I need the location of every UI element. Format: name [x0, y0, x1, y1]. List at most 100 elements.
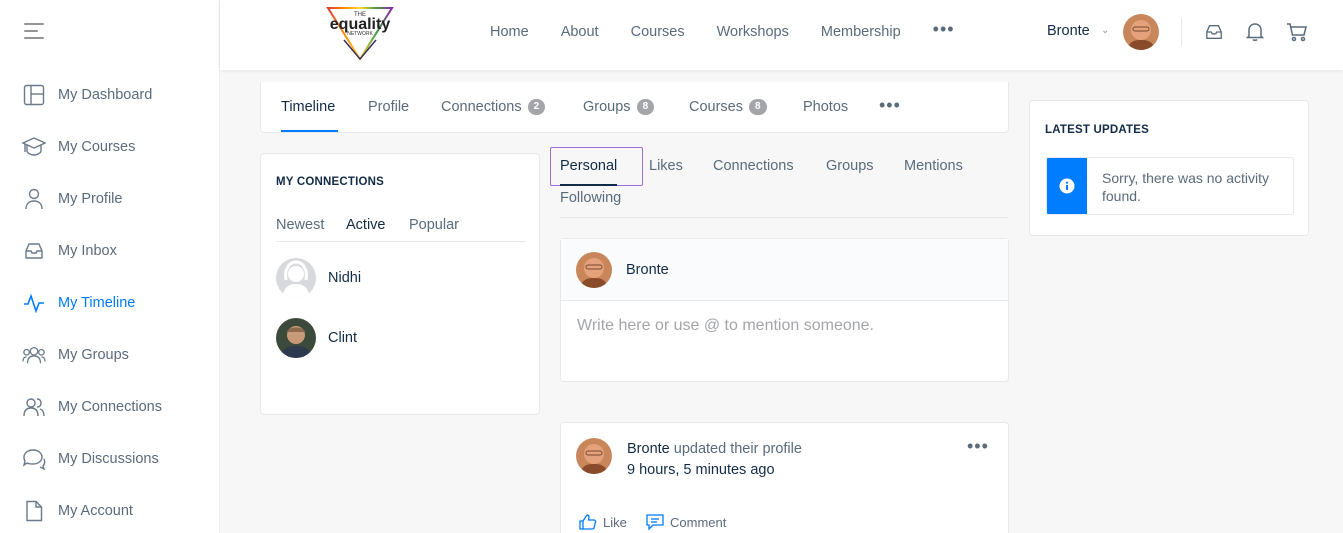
latest-updates-widget: LATEST UPDATES Sorry, there was no activ… — [1029, 100, 1309, 236]
graduation-cap-icon — [22, 135, 46, 159]
sidebar-item-label: My Profile — [58, 191, 123, 207]
subtab-following[interactable]: Following — [560, 190, 621, 206]
connections-count-badge: 2 — [527, 99, 546, 115]
sidebar-item-label: My Connections — [58, 399, 162, 415]
sidebar-item-groups[interactable]: My Groups — [0, 338, 220, 372]
more-options-icon[interactable]: ••• — [967, 436, 989, 457]
widget-title: MY CONNECTIONS — [276, 176, 385, 188]
notice-text: Sorry, there was no activity found. — [1102, 170, 1270, 204]
document-icon — [22, 499, 46, 523]
tabs-more-icon[interactable]: ••• — [879, 95, 901, 116]
tab-timeline[interactable]: Timeline — [281, 99, 335, 115]
divider — [560, 217, 1009, 218]
filter-active[interactable]: Active — [346, 217, 386, 233]
comment-button[interactable]: Comment — [646, 514, 726, 530]
connections-icon — [22, 395, 46, 419]
avatar[interactable] — [1123, 14, 1159, 50]
post-form: Bronte Write here or use @ to mention so… — [560, 238, 1009, 382]
nav-about[interactable]: About — [561, 24, 599, 40]
sidebar-item-label: My Groups — [58, 347, 129, 363]
sidebar-item-label: My Dashboard — [58, 87, 153, 103]
nav-more-icon[interactable]: ••• — [933, 19, 955, 40]
profile-tabs: Timeline Profile Connections 2 Groups 8 Co… — [260, 82, 1009, 133]
logo-line3: NETWORK — [347, 31, 373, 37]
thumbs-up-icon — [579, 514, 597, 530]
tab-photos[interactable]: Photos — [803, 99, 848, 115]
active-subtab-indicator — [560, 184, 617, 186]
info-notice: Sorry, there was no activity found. — [1046, 157, 1294, 215]
bell-icon[interactable] — [1243, 20, 1267, 44]
user-name[interactable]: Bronte — [1047, 23, 1090, 39]
sidebar: My Dashboard My Courses My Profile My In… — [0, 0, 220, 533]
cart-icon[interactable] — [1285, 20, 1309, 44]
subtab-personal[interactable]: Personal — [560, 158, 617, 174]
sidebar-item-account[interactable]: My Account — [0, 494, 220, 528]
connections-widget: MY CONNECTIONS Newest Active Popular Nid… — [260, 153, 540, 415]
sidebar-item-courses[interactable]: My Courses — [0, 130, 220, 164]
site-logo[interactable]: THE equality NETWORK — [320, 2, 400, 62]
widget-title: LATEST UPDATES — [1045, 124, 1149, 136]
inbox-icon — [22, 239, 46, 263]
sidebar-item-dashboard[interactable]: My Dashboard — [0, 78, 220, 112]
nav-membership[interactable]: Membership — [821, 24, 901, 40]
menu-toggle-icon[interactable] — [24, 23, 44, 41]
nav-workshops[interactable]: Workshops — [717, 24, 789, 40]
dashboard-icon — [22, 83, 46, 107]
avatar — [576, 252, 612, 288]
avatar — [276, 258, 316, 298]
tab-groups[interactable]: Groups 8 — [583, 99, 655, 115]
tab-profile[interactable]: Profile — [368, 99, 409, 115]
activity-timestamp[interactable]: 9 hours, 5 minutes ago — [627, 462, 775, 478]
comment-label: Comment — [670, 514, 727, 530]
post-form-header: Bronte — [561, 239, 1008, 301]
like-label: Like — [603, 514, 627, 530]
avatar[interactable] — [576, 438, 612, 474]
pulse-icon — [22, 291, 46, 315]
sidebar-item-discussions[interactable]: My Discussions — [0, 442, 220, 476]
like-button[interactable]: Like — [579, 514, 627, 530]
post-author: Bronte — [626, 262, 669, 278]
member-name: Nidhi — [328, 270, 362, 286]
activity-item: Bronte updated their profile 9 hours, 5 … — [560, 422, 1009, 533]
sidebar-item-timeline[interactable]: My Timeline — [0, 286, 220, 320]
header-divider — [1181, 18, 1182, 46]
filter-newest[interactable]: Newest — [276, 217, 324, 233]
subtab-likes[interactable]: Likes — [649, 158, 683, 174]
comment-icon — [646, 514, 664, 530]
sidebar-item-label: My Discussions — [58, 451, 159, 467]
main-nav: Home About Courses Workshops Membership … — [490, 0, 955, 64]
subtab-mentions[interactable]: Mentions — [904, 158, 963, 174]
tab-courses[interactable]: Courses 8 — [689, 99, 767, 115]
active-tab-indicator — [281, 130, 338, 132]
sidebar-item-profile[interactable]: My Profile — [0, 182, 220, 216]
sidebar-item-label: My Account — [58, 503, 133, 519]
divider — [276, 241, 525, 242]
subtab-groups[interactable]: Groups — [826, 158, 874, 174]
courses-count-badge: 8 — [749, 99, 767, 115]
chevron-down-icon[interactable]: ⌄ — [1101, 25, 1109, 36]
sidebar-item-label: My Timeline — [58, 295, 136, 311]
list-item[interactable]: Nidhi — [276, 258, 516, 298]
sidebar-item-connections[interactable]: My Connections — [0, 390, 220, 424]
activity-action: updated their profile — [673, 441, 802, 457]
member-name: Clint — [328, 330, 358, 346]
discussions-icon — [22, 447, 46, 471]
tab-connections[interactable]: Connections 2 — [441, 99, 546, 115]
avatar — [276, 318, 316, 358]
subtab-connections[interactable]: Connections — [713, 158, 794, 174]
activity-summary: Bronte updated their profile — [627, 441, 802, 457]
filter-popular[interactable]: Popular — [409, 217, 459, 233]
user-icon — [22, 187, 46, 211]
sidebar-item-inbox[interactable]: My Inbox — [0, 234, 220, 268]
nav-home[interactable]: Home — [490, 24, 529, 40]
groups-icon — [22, 343, 46, 367]
list-item[interactable]: Clint — [276, 318, 516, 358]
groups-count-badge: 8 — [636, 99, 655, 115]
post-input[interactable]: Write here or use @ to mention someone. — [577, 317, 874, 335]
sidebar-item-label: My Courses — [58, 139, 136, 155]
activity-author[interactable]: Bronte — [627, 441, 670, 457]
nav-courses[interactable]: Courses — [631, 24, 685, 40]
inbox-icon[interactable] — [1202, 20, 1226, 44]
sidebar-item-label: My Inbox — [58, 243, 117, 259]
site-header: THE equality NETWORK Home About Courses … — [220, 0, 1343, 70]
